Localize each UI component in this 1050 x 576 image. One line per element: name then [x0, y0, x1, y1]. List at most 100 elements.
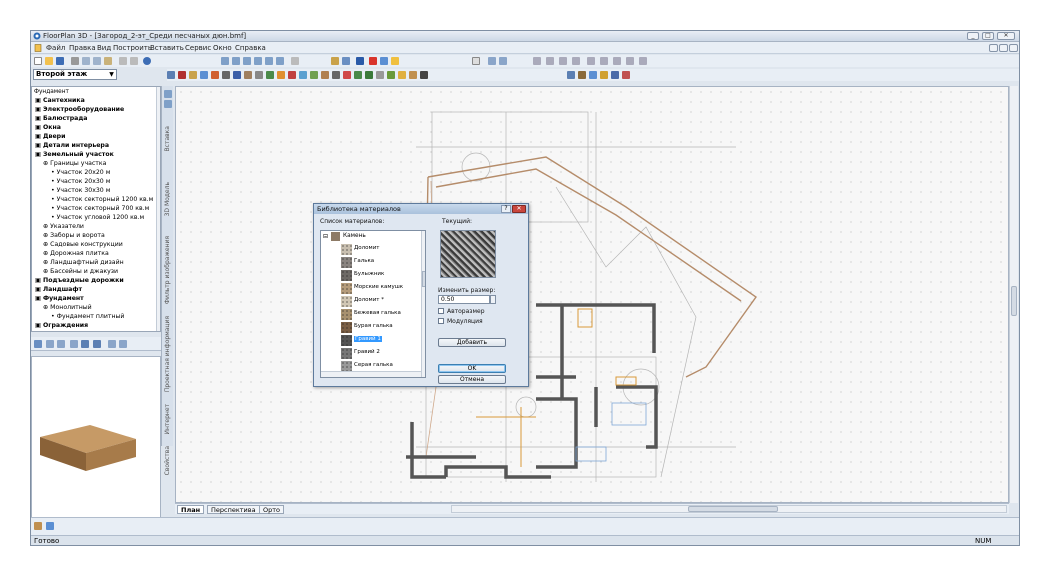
tree-item[interactable]: ⊕ Садовые конструкции — [43, 241, 123, 249]
redo-icon[interactable] — [130, 57, 138, 65]
tree-item[interactable]: ▣ Земельный участок — [35, 151, 114, 159]
material-item[interactable]: Доломит * — [341, 295, 419, 307]
layers-2-icon[interactable] — [499, 57, 507, 65]
zoom-window-icon[interactable] — [243, 57, 251, 65]
menu-view[interactable]: Вид — [97, 44, 111, 52]
tree-item[interactable]: ▣ Окна — [35, 124, 61, 132]
plant-icon[interactable] — [391, 57, 399, 65]
layers-icon[interactable] — [488, 57, 496, 65]
align-right-icon[interactable] — [546, 57, 554, 65]
tree-item[interactable]: ▣ Детали интерьера — [35, 142, 109, 150]
marker-icon[interactable] — [343, 71, 351, 79]
open-folder-icon[interactable] — [45, 57, 53, 65]
tree-item[interactable]: • Участок 20х20 м — [51, 169, 110, 177]
window-icon[interactable] — [200, 71, 208, 79]
close-window-button[interactable]: ✕ — [997, 32, 1015, 40]
undo-icon[interactable] — [119, 57, 127, 65]
align-top-icon[interactable] — [559, 57, 567, 65]
material-scroll-thumb[interactable] — [422, 271, 425, 287]
light-icon[interactable] — [288, 71, 296, 79]
info-icon[interactable] — [119, 340, 127, 348]
car-icon[interactable] — [409, 71, 417, 79]
tree-item[interactable]: ▣ Ограждения — [35, 322, 88, 330]
tab-perspective[interactable]: Перспектива — [207, 505, 260, 514]
view-3d-icon[interactable] — [567, 71, 575, 79]
add-button[interactable]: Добавить — [438, 338, 506, 347]
tree-item[interactable]: ▣ Ландшафт — [35, 286, 82, 294]
dialog-close-button[interactable]: ✕ — [512, 205, 526, 213]
center-h-icon[interactable] — [613, 57, 621, 65]
tab-plan[interactable]: План — [177, 505, 205, 514]
material-item[interactable]: Бежевая галька — [341, 308, 419, 320]
path-icon[interactable] — [376, 71, 384, 79]
paint-icon[interactable] — [369, 57, 377, 65]
tab-ortho[interactable]: Орто — [259, 505, 285, 514]
rail-icon[interactable] — [420, 71, 428, 79]
zoom-out-icon[interactable] — [232, 57, 240, 65]
wall-icon[interactable] — [178, 71, 186, 79]
text-icon[interactable] — [356, 57, 364, 65]
folder-open-icon[interactable] — [57, 340, 65, 348]
render-icon[interactable] — [342, 57, 350, 65]
material-item[interactable]: Булыжник — [341, 269, 419, 281]
tab-3d-model[interactable]: 3D Модель — [164, 182, 172, 216]
tab-image-filter[interactable]: Фильтр изображения — [164, 236, 172, 304]
shade-icon[interactable] — [611, 71, 619, 79]
menu-window[interactable]: Окно — [213, 44, 232, 52]
paste-icon[interactable] — [104, 57, 112, 65]
print-icon[interactable] — [71, 57, 79, 65]
tree-item[interactable]: ▣ Сантехника — [35, 97, 85, 105]
tree-item[interactable]: ⊕ Дорожная плитка — [43, 250, 109, 258]
material-item[interactable]: Доломит — [341, 243, 419, 255]
horizontal-scrollbar[interactable] — [451, 505, 1007, 513]
save-icon[interactable] — [56, 57, 64, 65]
pin-icon[interactable] — [164, 90, 172, 98]
grass-icon[interactable] — [387, 71, 395, 79]
zoom-fit-icon[interactable] — [265, 57, 273, 65]
roof-icon[interactable] — [211, 71, 219, 79]
new-file-icon[interactable] — [34, 57, 42, 65]
zoom-all-icon[interactable] — [276, 57, 284, 65]
tree-item[interactable]: ⊕ Бассейны и джакузи — [43, 268, 118, 276]
sun-icon[interactable] — [600, 71, 608, 79]
pool-icon[interactable] — [365, 71, 373, 79]
doc-minimize-button[interactable] — [989, 44, 998, 52]
doc-restore-button[interactable] — [999, 44, 1008, 52]
modulation-checkbox[interactable] — [438, 318, 444, 324]
walk-icon[interactable] — [589, 71, 597, 79]
material-hscrollbar[interactable] — [321, 371, 421, 377]
tab-project-info[interactable]: Проектная информация — [164, 316, 172, 392]
cut-icon[interactable] — [82, 57, 90, 65]
horizontal-scroll-thumb[interactable] — [688, 506, 778, 512]
material-category[interactable]: Камень — [343, 233, 366, 239]
align-bottom-icon[interactable] — [572, 57, 580, 65]
material-item[interactable]: Гравий 1 — [341, 334, 419, 346]
vertical-scrollbar[interactable] — [1009, 86, 1018, 503]
tree-item[interactable]: ▣ Балюстрада — [35, 115, 88, 123]
door-icon[interactable] — [189, 71, 197, 79]
menu-service[interactable]: Сервис — [185, 44, 211, 52]
maximize-button[interactable]: □ — [982, 32, 994, 40]
stairs-icon[interactable] — [222, 71, 230, 79]
vertical-scroll-thumb[interactable] — [1011, 286, 1017, 316]
layout-icon[interactable] — [46, 522, 54, 530]
deck-icon[interactable] — [321, 71, 329, 79]
autosize-checkbox[interactable] — [438, 308, 444, 314]
menu-insert[interactable]: Вставить — [150, 44, 184, 52]
menu-build[interactable]: Построить — [113, 44, 152, 52]
help-icon[interactable] — [143, 57, 151, 65]
tree-item[interactable]: • Участок 30х30 м — [51, 187, 110, 195]
distribute-v-icon[interactable] — [600, 57, 608, 65]
dock-icon[interactable] — [164, 100, 172, 108]
material-list-scrollbar[interactable] — [421, 231, 425, 377]
tree-item[interactable]: • Участок секторный 700 кв.м — [51, 205, 149, 213]
grid-icon[interactable] — [472, 57, 480, 65]
ok-button[interactable]: OK — [438, 364, 506, 373]
column-icon[interactable] — [233, 71, 241, 79]
insert-icon[interactable] — [34, 340, 42, 348]
fence-icon[interactable] — [255, 71, 263, 79]
landscape-icon[interactable] — [310, 71, 318, 79]
tree-item[interactable]: ⊕ Монолитный — [43, 304, 92, 312]
tree-item[interactable]: ▣ Электрооборудование — [35, 106, 124, 114]
size-spinner[interactable] — [490, 295, 496, 304]
